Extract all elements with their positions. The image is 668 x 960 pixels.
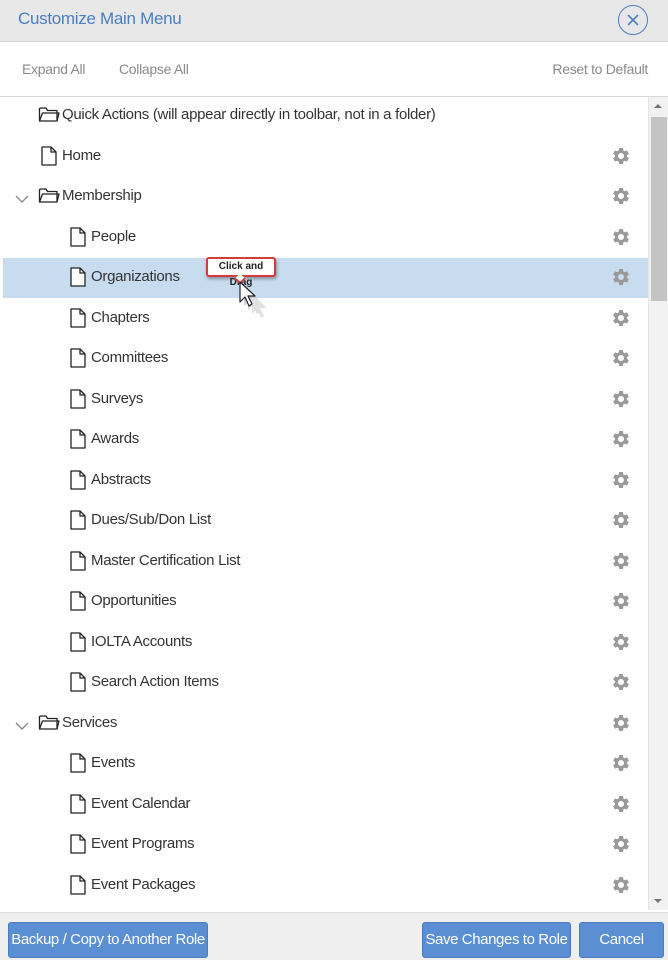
- page-icon: [69, 550, 87, 576]
- tree-item-row[interactable]: Event Programs: [3, 825, 648, 865]
- tree-item-row[interactable]: Opportunities: [3, 582, 648, 622]
- page-icon: [69, 307, 87, 333]
- tree-item-row[interactable]: Committees: [3, 339, 648, 379]
- reset-to-default-link[interactable]: Reset to Default: [552, 61, 648, 77]
- gear-icon[interactable]: [611, 308, 631, 328]
- tree-item-label: Membership: [62, 187, 142, 204]
- gear-icon[interactable]: [611, 510, 631, 530]
- gear-icon[interactable]: [611, 713, 631, 733]
- gear-icon[interactable]: [611, 146, 631, 166]
- page-icon: [69, 510, 87, 535]
- gear-icon[interactable]: [611, 470, 631, 490]
- tree-item-label: Master Certification List: [91, 551, 241, 569]
- page-icon: [69, 226, 87, 252]
- tree-item-label: Committees: [91, 349, 169, 366]
- tree-item-label: Events: [91, 754, 136, 771]
- page-icon: [69, 348, 87, 373]
- gear-icon[interactable]: [611, 186, 631, 206]
- tree-item-label: Abstracts: [91, 470, 151, 488]
- tree-item-label: Organizations: [91, 268, 180, 285]
- page-icon: [69, 591, 87, 616]
- dialog-title: Customize Main Menu: [18, 9, 182, 28]
- page-icon: [69, 834, 87, 859]
- backup-copy-button[interactable]: Backup / Copy to Another Role: [8, 922, 208, 958]
- tree-item-label: Event Programs: [91, 835, 195, 852]
- tree-item-label: Dues/Sub/Don List: [91, 511, 211, 528]
- tree-item-row[interactable]: Event Calendar: [3, 785, 648, 825]
- page-icon: [69, 672, 87, 697]
- gear-icon[interactable]: [611, 348, 631, 368]
- tree-item-label: Services: [62, 713, 118, 731]
- menu-toolbar: Expand All Collapse All Reset to Default: [0, 43, 668, 97]
- tree-item-label: Event Packages: [91, 875, 196, 893]
- scrollbar-thumb[interactable]: [651, 117, 667, 301]
- tree-item-label: People: [91, 227, 136, 245]
- folder-icon: [38, 713, 60, 736]
- folder-icon: [38, 105, 60, 128]
- page-icon: [69, 753, 87, 778]
- gear-icon[interactable]: [611, 632, 631, 652]
- tree-scrollbar[interactable]: [648, 97, 668, 910]
- tree-item-row[interactable]: Dues/Sub/Don List: [3, 501, 648, 541]
- chevron-down-icon[interactable]: [15, 191, 29, 203]
- page-icon: [40, 145, 58, 171]
- page-icon: [69, 631, 87, 657]
- tree-item-row[interactable]: Chapters: [3, 299, 648, 339]
- page-icon: [69, 793, 87, 819]
- tree-item-label: Home: [62, 146, 101, 164]
- gear-icon[interactable]: [611, 753, 631, 773]
- page-icon: [69, 388, 87, 414]
- tree-item-row[interactable]: Surveys: [3, 380, 648, 420]
- tree-item-row[interactable]: Events: [3, 744, 648, 784]
- gear-icon[interactable]: [611, 551, 631, 571]
- page-icon: [69, 267, 87, 292]
- gear-icon[interactable]: [611, 429, 631, 449]
- tree-item-label: Event Calendar: [91, 794, 191, 812]
- cancel-button[interactable]: Cancel: [579, 922, 664, 958]
- save-changes-button[interactable]: Save Changes to Role: [422, 922, 571, 958]
- tree-item-row[interactable]: Search Action Items: [3, 663, 648, 703]
- gear-icon[interactable]: [611, 267, 631, 287]
- gear-icon[interactable]: [611, 794, 631, 814]
- tree-item-row[interactable]: Organizations: [3, 258, 648, 298]
- collapse-all-link[interactable]: Collapse All: [119, 61, 189, 77]
- page-icon: [69, 469, 87, 495]
- tree-item-label: Opportunities: [91, 592, 177, 609]
- gear-icon[interactable]: [611, 389, 631, 409]
- tree-item-row[interactable]: Abstracts: [3, 461, 648, 501]
- tree-item-label: Chapters: [91, 308, 150, 326]
- drag-hint-tooltip: Click and Drag: [206, 257, 276, 288]
- gear-icon[interactable]: [611, 227, 631, 247]
- tree-folder-row[interactable]: Membership: [3, 177, 648, 217]
- page-icon: [69, 429, 87, 454]
- tree-item-label: Surveys: [91, 389, 144, 407]
- tree-item-label: Quick Actions (will appear directly in t…: [62, 106, 436, 123]
- tree-item-row[interactable]: Awards: [3, 420, 648, 460]
- tree-item-row[interactable]: IOLTA Accounts: [3, 623, 648, 663]
- dialog-footer: Backup / Copy to Another Role Save Chang…: [0, 912, 668, 960]
- menu-tree: Quick Actions (will appear directly in t…: [3, 97, 648, 910]
- drag-cursor-icon: [239, 281, 267, 318]
- scroll-up-arrow-icon[interactable]: [653, 103, 663, 109]
- scroll-down-arrow-icon[interactable]: [653, 898, 663, 904]
- page-icon: [69, 874, 87, 900]
- tree-item-row[interactable]: Home: [3, 137, 648, 177]
- close-icon[interactable]: [618, 5, 648, 35]
- tree-item-label: IOLTA Accounts: [91, 632, 193, 650]
- gear-icon[interactable]: [611, 591, 631, 611]
- gear-icon[interactable]: [611, 875, 631, 895]
- tree-item-label: Awards: [91, 430, 139, 447]
- tree-item-row[interactable]: People: [3, 218, 648, 258]
- tree-item-row[interactable]: Master Certification List: [3, 542, 648, 582]
- chevron-down-icon[interactable]: [15, 718, 29, 730]
- folder-icon: [38, 186, 60, 209]
- gear-icon[interactable]: [611, 834, 631, 854]
- gear-icon[interactable]: [611, 672, 631, 692]
- tree-folder-row[interactable]: Services: [3, 704, 648, 744]
- tree-item-row[interactable]: Event Packages: [3, 866, 648, 906]
- tree-folder-row[interactable]: Quick Actions (will appear directly in t…: [3, 97, 648, 136]
- expand-all-link[interactable]: Expand All: [22, 61, 85, 77]
- tree-item-label: Search Action Items: [91, 673, 219, 690]
- dialog-header: Customize Main Menu: [0, 0, 668, 42]
